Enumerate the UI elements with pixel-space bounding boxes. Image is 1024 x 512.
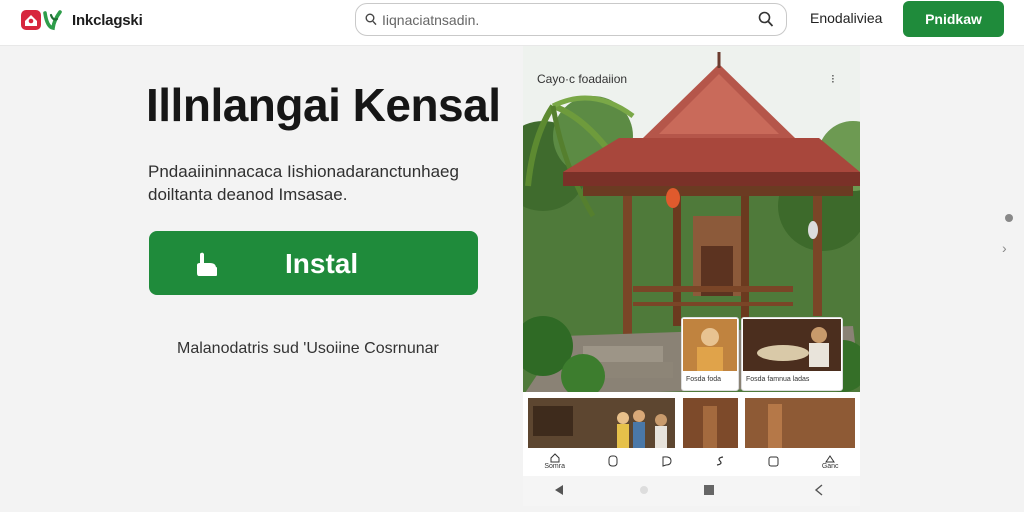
return-icon[interactable] xyxy=(813,484,825,496)
header-cta-button[interactable]: Pnidkaw xyxy=(903,1,1004,37)
install-label: Instal xyxy=(285,248,359,279)
more-vertical-icon[interactable]: ⁝ xyxy=(831,72,835,86)
tab-label: Somra xyxy=(544,462,565,470)
brand-name: Inkclagski xyxy=(72,11,143,29)
top-bar: Inkclagski Enodaliviea Pnidkaw xyxy=(0,0,1024,46)
app-header-title: Cayo·c foadaiion xyxy=(537,72,628,86)
tap-hand-icon xyxy=(197,252,217,276)
account-icon xyxy=(825,454,836,462)
share-icon xyxy=(717,456,724,466)
card-photo xyxy=(743,319,841,371)
card-photo xyxy=(683,319,737,371)
app-header: Cayo·c foadaiion ⁝ xyxy=(523,46,860,126)
tag-icon xyxy=(768,456,779,466)
photo-card[interactable]: Fosda famnua ladas xyxy=(741,317,843,391)
tab-label: Ganc xyxy=(821,462,839,470)
carousel-dot[interactable] xyxy=(1005,214,1013,222)
hero-note: Malanodatris sud 'Usoiine Cosrnunar xyxy=(177,340,439,357)
search-small-icon xyxy=(365,13,377,26)
card-caption: Fosda famnua ladas xyxy=(746,376,810,383)
logo-mark-icon xyxy=(21,10,62,31)
card-caption: Fosda foda xyxy=(686,376,722,383)
app-preview-screenshot: Cayo·c foadaiion ⁝ Fosda foda Fosda famn… xyxy=(523,46,860,506)
tab-messages[interactable] xyxy=(661,455,673,467)
recents-icon[interactable] xyxy=(703,484,715,496)
tab-chat[interactable] xyxy=(608,455,618,467)
install-button[interactable]: Instal xyxy=(149,231,478,295)
hero-description: Pndaaiininnacaca Iishionadaranctunhaeg d… xyxy=(148,162,459,204)
back-icon[interactable] xyxy=(553,484,565,496)
photo-card[interactable]: Fosda foda xyxy=(681,317,739,391)
tab-account[interactable]: Ganc xyxy=(822,453,839,470)
page-title: Illnlangai Kensal xyxy=(146,79,501,131)
tab-tags[interactable] xyxy=(768,456,779,467)
search-input[interactable] xyxy=(382,10,742,30)
chevron-right-icon[interactable]: › xyxy=(1002,240,1007,256)
nav-link[interactable]: Enodaliviea xyxy=(810,10,882,26)
system-nav-bar xyxy=(523,476,860,506)
home-icon xyxy=(550,452,560,462)
home-button-icon[interactable] xyxy=(638,484,650,496)
brand-logo[interactable]: Inkclagski xyxy=(20,7,143,33)
chat-icon xyxy=(608,455,618,467)
message-icon xyxy=(662,456,672,467)
search-icon[interactable] xyxy=(758,11,774,28)
search-bar[interactable] xyxy=(355,3,787,36)
tab-home[interactable]: Somra xyxy=(544,452,565,470)
app-tab-bar: Somra Ganc xyxy=(523,448,860,474)
tab-share[interactable] xyxy=(715,455,725,467)
